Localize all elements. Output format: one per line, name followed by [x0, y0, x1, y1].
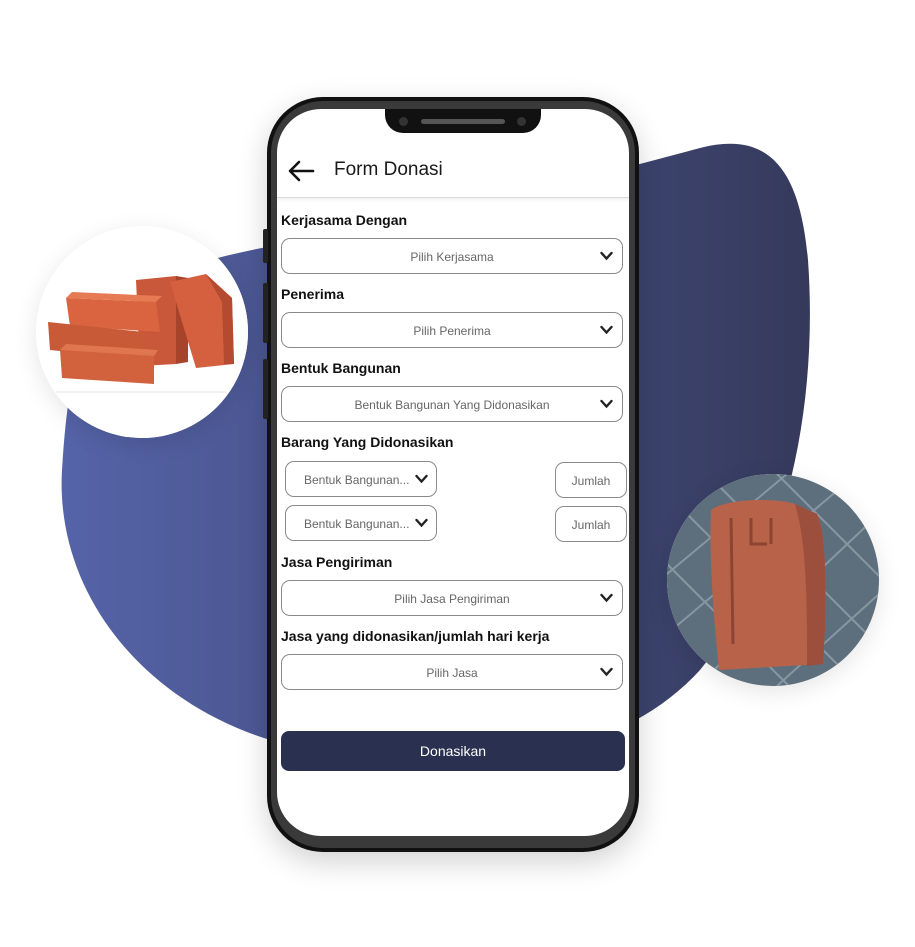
jumlah-placeholder: Jumlah — [571, 518, 611, 532]
sensor-icon — [517, 117, 526, 126]
jasa-label: Jasa yang didonasikan/jumlah hari kerja — [281, 628, 550, 644]
barang-value: Bentuk Bangunan... — [304, 473, 410, 487]
pengiriman-label: Jasa Pengiriman — [281, 554, 393, 570]
pengiriman-select[interactable]: Pilih Jasa Pengiriman — [281, 580, 623, 616]
chevron-down-icon — [600, 325, 613, 335]
phone-notch — [385, 109, 541, 133]
kerjasama-select[interactable]: Pilih Kerjasama — [281, 238, 623, 274]
chevron-down-icon — [600, 667, 613, 677]
pengiriman-value: Pilih Jasa Pengiriman — [394, 592, 510, 606]
chevron-down-icon — [600, 399, 613, 409]
bentuk-bangunan-label: Bentuk Bangunan — [281, 360, 401, 376]
bentuk-bangunan-value: Bentuk Bangunan Yang Didonasikan — [354, 398, 550, 412]
app-bar: Form Donasi — [277, 145, 629, 198]
jasa-select[interactable]: Pilih Jasa — [281, 654, 623, 690]
penerima-value: Pilih Penerima — [413, 324, 491, 338]
arrow-left-icon[interactable] — [287, 159, 315, 183]
jasa-value: Pilih Jasa — [426, 666, 478, 680]
jumlah-placeholder: Jumlah — [571, 474, 611, 488]
roof-tile-photo — [667, 474, 879, 686]
jumlah-input-2[interactable]: Jumlah — [555, 506, 627, 542]
penerima-select[interactable]: Pilih Penerima — [281, 312, 623, 348]
barang-label: Barang Yang Didonasikan — [281, 434, 454, 450]
jumlah-input-1[interactable]: Jumlah — [555, 462, 627, 498]
phone-frame: Form Donasi Kerjasama Dengan Pilih Kerja… — [263, 97, 639, 852]
chevron-down-icon — [415, 474, 428, 484]
chevron-down-icon — [415, 518, 428, 528]
bentuk-bangunan-select[interactable]: Bentuk Bangunan Yang Didonasikan — [281, 386, 623, 422]
phone-screen: Form Donasi Kerjasama Dengan Pilih Kerja… — [277, 109, 629, 836]
barang-select-1[interactable]: Bentuk Bangunan... — [285, 461, 437, 497]
kerjasama-value: Pilih Kerjasama — [410, 250, 494, 264]
camera-icon — [399, 117, 408, 126]
chevron-down-icon — [600, 251, 613, 261]
page-title: Form Donasi — [334, 159, 443, 180]
phone-side-button — [263, 229, 268, 263]
barang-select-2[interactable]: Bentuk Bangunan... — [285, 505, 437, 541]
donasikan-button[interactable]: Donasikan — [281, 731, 625, 771]
phone-side-button — [263, 359, 268, 419]
penerima-label: Penerima — [281, 286, 345, 302]
bricks-photo — [36, 226, 248, 438]
kerjasama-label: Kerjasama Dengan — [281, 212, 408, 228]
chevron-down-icon — [600, 593, 613, 603]
phone-side-button — [263, 283, 268, 343]
speaker-grille — [421, 119, 505, 124]
barang-value: Bentuk Bangunan... — [304, 517, 410, 531]
